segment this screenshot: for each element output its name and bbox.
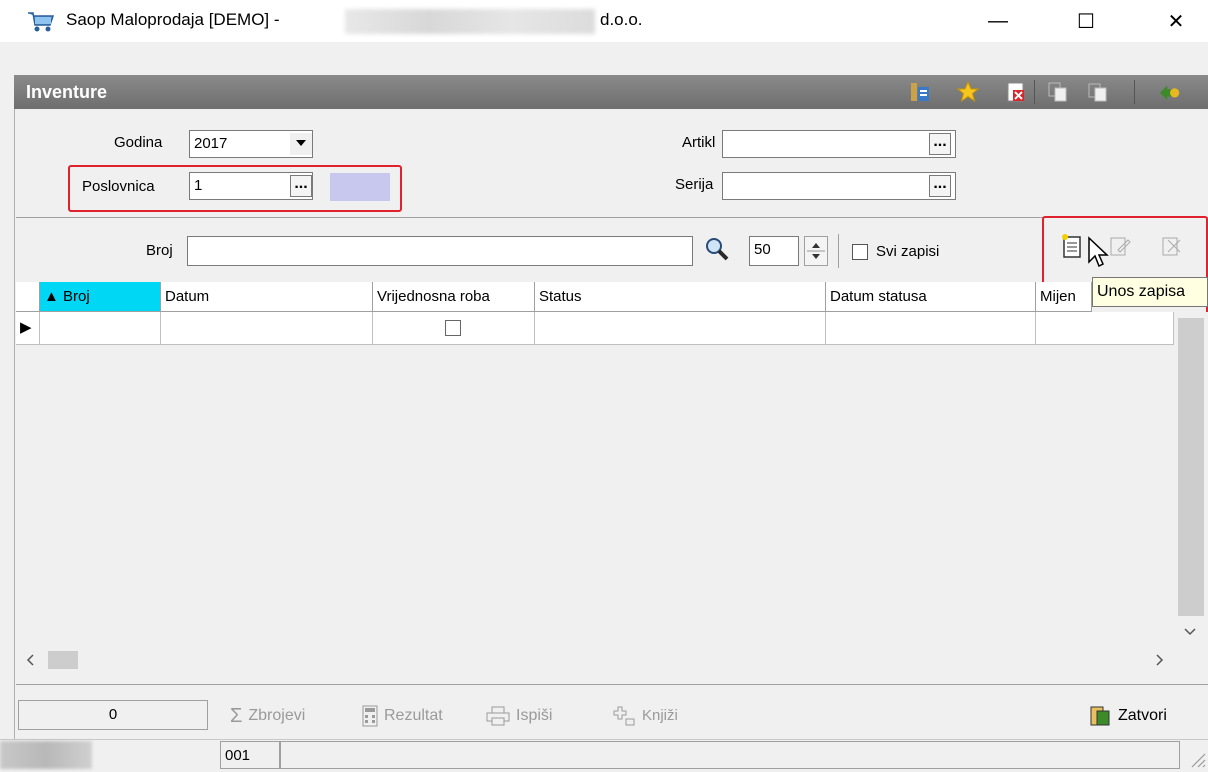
exit-icon[interactable] (1158, 80, 1182, 104)
scroll-left-icon[interactable] (20, 650, 40, 670)
godina-value: 2017 (194, 135, 228, 152)
poslovnica-browse-button[interactable]: ... (290, 175, 312, 197)
rezultat-button[interactable]: Rezultat (362, 703, 443, 729)
ispisi-button[interactable]: Ispiši (486, 703, 552, 729)
broj-label: Broj (146, 242, 173, 259)
svi-zapisi-checkbox[interactable] (852, 244, 868, 260)
column-header-vrijednosna-roba[interactable]: Vrijednosna roba (373, 282, 535, 312)
toolbar-separator (1034, 80, 1035, 104)
grid-corner (16, 282, 40, 312)
vertical-scrollbar-thumb[interactable] (1178, 318, 1204, 616)
excel-export-icon[interactable] (1004, 80, 1028, 104)
artikl-label: Artikl (682, 134, 716, 151)
godina-dropdown-button[interactable] (290, 133, 312, 155)
scroll-down-icon[interactable] (1180, 622, 1200, 642)
form-title: Inventure (26, 82, 108, 102)
cell-status[interactable] (535, 312, 826, 345)
serija-browse-button[interactable]: ... (929, 175, 951, 197)
column-header-broj[interactable]: ▲ Broj (40, 282, 161, 312)
chevron-down-icon (296, 140, 306, 146)
broj-search-field[interactable] (187, 236, 693, 266)
cell-datum-statusa[interactable] (826, 312, 1036, 345)
zbrojevi-button[interactable]: Σ Zbrojevi (230, 703, 305, 729)
columns-icon[interactable] (908, 80, 932, 104)
record-count: 0 (18, 700, 208, 730)
maximize-button[interactable]: ☐ (1058, 0, 1114, 42)
zatvori-label: Zatvori (1118, 707, 1167, 724)
limit-spinner[interactable] (804, 236, 828, 266)
close-door-icon (1090, 706, 1110, 726)
column-header-datum-statusa[interactable]: Datum statusa (826, 282, 1036, 312)
limit-value: 50 (754, 241, 771, 258)
divider (16, 684, 1208, 685)
window-border (14, 75, 15, 769)
zbrojevi-label: Zbrojevi (248, 707, 306, 724)
divider (16, 217, 1208, 218)
form-header-bar (14, 75, 1208, 109)
poslovnica-value: 1 (194, 177, 203, 194)
status-redacted (0, 741, 92, 769)
cell-vrijednosna-roba[interactable] (373, 312, 535, 345)
toolbar-separator (1134, 80, 1135, 104)
column-header-status[interactable]: Status (535, 282, 826, 312)
redacted-company-name (345, 9, 595, 34)
vrijednosna-roba-checkbox[interactable] (445, 320, 461, 336)
mouse-cursor-icon (1087, 236, 1109, 270)
column-header-datum[interactable]: Datum (161, 282, 373, 312)
cell-datum[interactable] (161, 312, 373, 345)
cell-mijenjao[interactable] (1036, 312, 1174, 345)
sum-icon: Σ (230, 705, 243, 727)
calculator-icon (362, 705, 378, 727)
tooltip: Unos zapisa (1092, 277, 1208, 307)
poslovnica-name-redacted (330, 173, 390, 201)
limit-field[interactable]: 50 (749, 236, 799, 266)
ispisi-label: Ispiši (516, 707, 553, 724)
close-button[interactable]: ✕ (1148, 0, 1204, 42)
new-record-icon[interactable] (1060, 232, 1088, 262)
window-title-suffix: d.o.o. (600, 10, 643, 29)
printer-icon (486, 706, 510, 726)
poslovnica-label: Poslovnica (82, 178, 155, 195)
horizontal-scrollbar-thumb[interactable] (48, 651, 78, 669)
status-message (280, 741, 1180, 769)
window-title: Saop Maloprodaja [DEMO] - (66, 10, 280, 29)
serija-field[interactable] (722, 172, 956, 200)
divider (838, 234, 839, 268)
row-indicator: ▶ (16, 312, 40, 345)
minimize-button[interactable]: — (970, 0, 1026, 42)
search-icon[interactable] (704, 236, 732, 264)
zatvori-button[interactable]: Zatvori (1088, 703, 1167, 729)
status-code: 001 (220, 741, 280, 769)
shopping-cart-icon (26, 10, 56, 34)
column-header-mijenjao[interactable]: Mijen (1036, 282, 1092, 312)
paste-icon[interactable] (1086, 80, 1110, 104)
knjizi-label: Knjiži (642, 707, 678, 724)
rezultat-label: Rezultat (384, 707, 443, 724)
artikl-browse-button[interactable]: ... (929, 133, 951, 155)
copy-icon[interactable] (1046, 80, 1070, 104)
godina-label: Godina (114, 134, 163, 151)
delete-record-icon[interactable] (1160, 234, 1186, 260)
resize-grip-icon[interactable] (1186, 748, 1206, 768)
serija-label: Serija (675, 176, 714, 193)
svi-zapisi-label: Svi zapisi (876, 243, 940, 260)
favorite-star-icon[interactable] (956, 80, 980, 104)
artikl-field[interactable] (722, 130, 956, 158)
knjizi-button[interactable]: Knjiži (612, 703, 678, 729)
cell-broj[interactable] (40, 312, 161, 345)
edit-record-icon[interactable] (1108, 234, 1134, 260)
book-post-icon (613, 706, 635, 726)
row-indicator-arrow: ▶ (20, 319, 32, 336)
scroll-right-icon[interactable] (1150, 650, 1170, 670)
horizontal-scrollbar[interactable] (16, 648, 1208, 672)
